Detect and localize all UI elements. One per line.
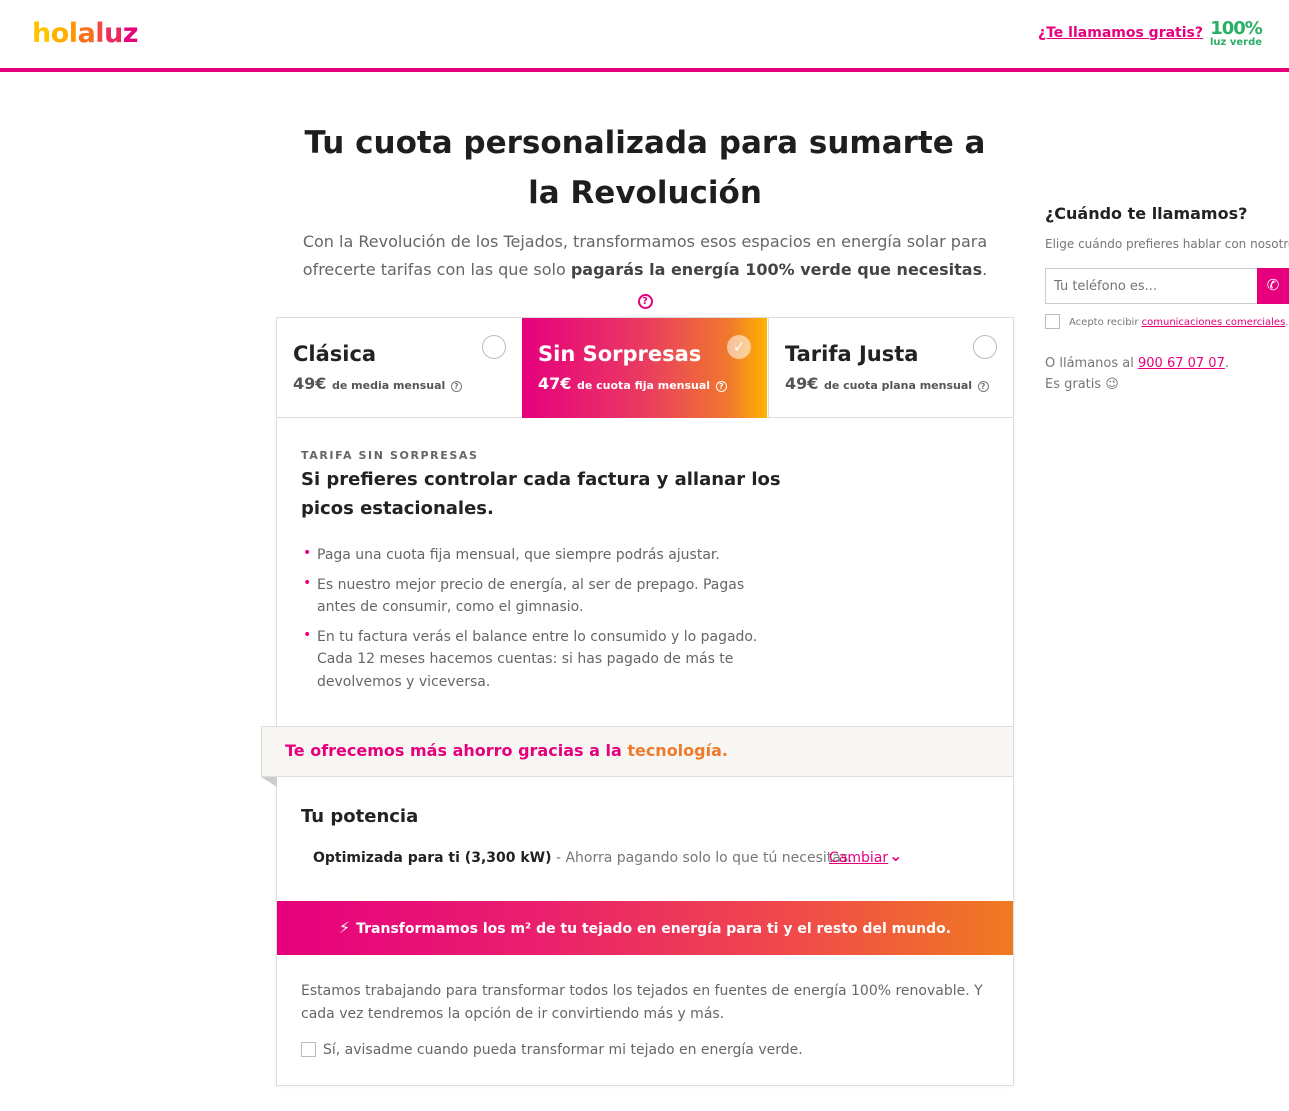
tariff-card: Clásica 49€ de media mensual ? Sin Sorpr… — [261, 317, 1014, 1086]
rooftop-banner: ⚡ Transformamos los m² de tu tejado en en… — [277, 901, 1013, 955]
phone-input[interactable] — [1045, 268, 1257, 304]
subtitle-bold: pagarás la energía 100% verde que necesi… — [570, 260, 983, 279]
ribbon-fold — [261, 777, 277, 787]
chevron-down-icon[interactable]: ⌄ — [889, 846, 902, 865]
callback-title: ¿Cuándo te llamamos? — [1045, 204, 1248, 223]
tariff-benefits-list: Paga una cuota fija mensual, que siempre… — [301, 542, 761, 700]
tariff-price: 49€ de cuota plana mensual ? — [785, 374, 997, 393]
tariff-radio[interactable] — [973, 335, 997, 359]
consent-prefix: Acepto recibir — [1069, 317, 1142, 328]
help-icon[interactable]: ? — [715, 381, 727, 392]
green-badge-text: luz verde — [1209, 37, 1263, 48]
rooftop-notify[interactable]: Sí, avisadme cuando pueda transformar mi… — [301, 1042, 803, 1058]
tariff-price-value: 47€ — [538, 374, 572, 393]
holaluz-logo[interactable]: holaluz — [32, 18, 139, 49]
callback-sidebar: ¿Cuándo te llamamos? Elige cuándo prefie… — [1045, 200, 1289, 395]
list-item: Es nuestro mejor precio de energía, al s… — [301, 572, 761, 619]
power-title: Tu potencia — [301, 806, 419, 827]
help-icon[interactable]: ? — [637, 294, 653, 309]
tariff-tab-tarifa-justa[interactable]: Tarifa Justa 49€ de cuota plana mensual … — [768, 318, 1013, 418]
tariff-detail-label: TARIFA SIN SORPRESAS — [301, 449, 479, 462]
phone-icon: ✆ — [1266, 277, 1280, 294]
page-title: Tu cuota personalizada para sumarte a la… — [304, 125, 986, 211]
lightning-icon: ⚡ — [338, 918, 351, 937]
page-subtitle: Con la Revolución de los Tejados, transf… — [296, 228, 994, 312]
marketing-consent[interactable]: Acepto recibir comunicaciones comerciale… — [1045, 314, 1289, 329]
tariff-tab-clasica[interactable]: Clásica 49€ de media mensual ? — [277, 318, 522, 418]
tariff-tabs: Clásica 49€ de media mensual ? Sin Sorpr… — [277, 318, 1013, 418]
phone-call-button[interactable]: ✆ — [1257, 268, 1289, 304]
list-item: Paga una cuota fija mensual, que siempre… — [301, 542, 761, 567]
tariff-price-desc: de media mensual — [331, 379, 446, 392]
marketing-consent-checkbox[interactable] — [1045, 314, 1060, 329]
call-free-link[interactable]: ¿Te llamamos gratis? — [1038, 25, 1203, 41]
call-prefix: O llámanos al — [1045, 356, 1138, 371]
list-item: En tu factura verás el balance entre lo … — [301, 624, 761, 694]
green-badge-percent: 100% — [1210, 18, 1263, 39]
tariff-price-value: 49€ — [785, 374, 819, 393]
change-power-link[interactable]: Cambiar — [829, 850, 888, 866]
savings-text: Te ofrecemos más ahorro gracias a la — [285, 741, 628, 760]
tariff-price-value: 49€ — [293, 374, 327, 393]
tariff-price-desc: de cuota fija mensual — [576, 379, 711, 392]
tariff-tab-sin-sorpresas[interactable]: Sin Sorpresas 47€ de cuota fija mensual … — [522, 318, 767, 418]
tariff-name: Tarifa Justa — [785, 342, 919, 366]
help-icon[interactable]: ? — [450, 381, 462, 392]
rooftop-notify-checkbox[interactable] — [301, 1042, 316, 1057]
rooftop-description: Estamos trabajando para transformar todo… — [301, 983, 983, 1022]
tariff-price: 47€ de cuota fija mensual ? — [538, 374, 751, 393]
tariff-name: Sin Sorpresas — [538, 342, 702, 366]
commercial-comms-link[interactable]: comunicaciones comerciales — [1142, 317, 1286, 328]
savings-ribbon: Te ofrecemos más ahorro gracias a la tec… — [261, 726, 1014, 777]
savings-highlight: tecnología. — [627, 741, 728, 760]
check-icon[interactable]: ✓ — [727, 335, 751, 359]
phone-number-link[interactable]: 900 67 07 07 — [1138, 356, 1225, 371]
tariff-price-desc: de cuota plana mensual — [823, 379, 973, 392]
consent-suffix: . — [1285, 317, 1289, 328]
tariff-name: Clásica — [293, 342, 377, 366]
callback-subtitle: Elige cuándo prefieres hablar con nosotr… — [1045, 237, 1289, 251]
power-value-bold: Optimizada para ti (3,300 kW) — [313, 850, 552, 866]
rooftop-notify-label: Sí, avisadme cuando pueda transformar mi… — [323, 1042, 803, 1058]
phone-form: ✆ — [1045, 268, 1289, 304]
tariff-price: 49€ de media mensual ? — [293, 374, 506, 393]
power-value-desc: - Ahorra pagando solo lo que tú necesita… — [551, 850, 853, 866]
banner-text: Transformamos los m² de tu tejado en ene… — [356, 921, 952, 937]
help-icon[interactable]: ? — [977, 381, 989, 392]
green-energy-badge: 100% luz verde — [1208, 19, 1264, 48]
tariff-detail-headline: Si prefieres controlar cada factura y al… — [301, 469, 781, 519]
subtitle-suffix: . — [982, 260, 988, 279]
top-header: holaluz ¿Te llamamos gratis? 100% luz ve… — [0, 0, 1289, 72]
call-us-text: O llámanos al 900 67 07 07. Es gratis 😉 — [1045, 353, 1245, 395]
tariff-radio[interactable] — [482, 335, 506, 359]
